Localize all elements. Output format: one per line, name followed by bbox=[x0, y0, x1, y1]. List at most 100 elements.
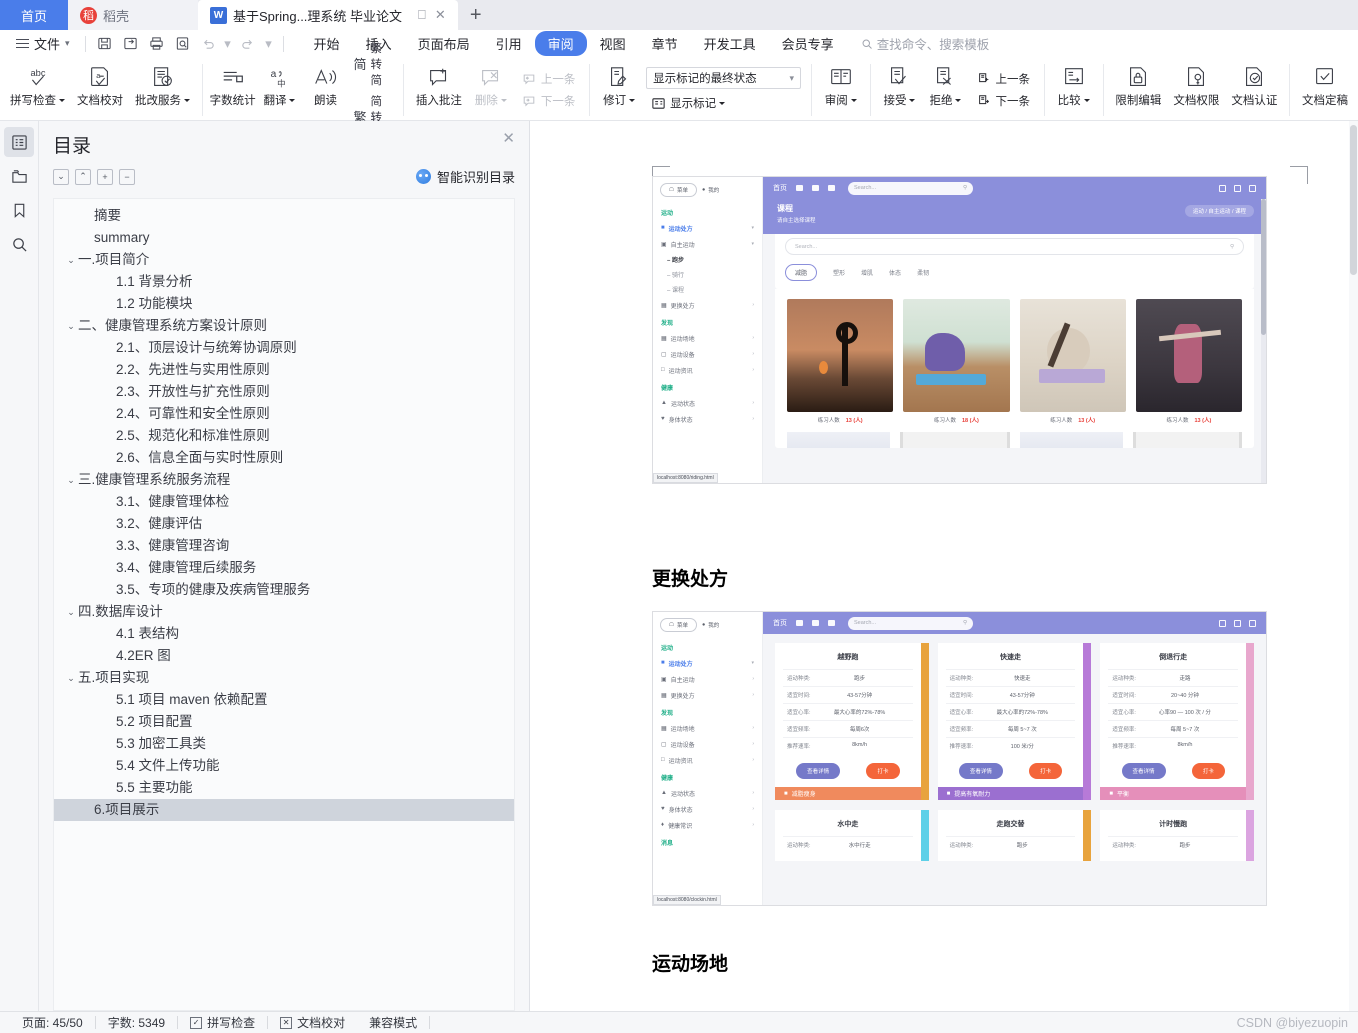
close-icon[interactable]: ✕ bbox=[435, 7, 446, 23]
ribbon-tab-developer[interactable]: 开发工具 bbox=[691, 31, 769, 56]
filter-posture[interactable]: 体态 bbox=[889, 268, 901, 277]
power-icon[interactable] bbox=[1249, 619, 1256, 627]
print-preview-icon[interactable] bbox=[171, 33, 194, 55]
sidebar-item-equipment[interactable]: ▢ 运动设备 › bbox=[653, 736, 762, 752]
toc-item[interactable]: 5.1 项目 maven 依赖配置 bbox=[54, 689, 514, 711]
sidebar-subitem-course[interactable]: – 课程 bbox=[653, 282, 762, 297]
toc-item[interactable]: 2.4、可靠性和安全性原则 bbox=[54, 403, 514, 425]
document-scrollbar[interactable] bbox=[1349, 121, 1358, 1011]
sidebar-item-venue[interactable]: ▦ 运动场地 › bbox=[653, 720, 762, 736]
next-comment-button[interactable]: 下一条 bbox=[517, 91, 581, 111]
toc-item[interactable]: 4.1 表结构 bbox=[54, 623, 514, 645]
expand-all-button[interactable]: + bbox=[97, 168, 113, 185]
collapse-down-button[interactable]: ⌄ bbox=[53, 168, 69, 185]
clock-in-button[interactable]: 打卡 bbox=[1191, 763, 1225, 779]
course-card[interactable]: 练习人数 13 (人) bbox=[1019, 299, 1126, 424]
sidebar-subitem-running[interactable]: – 跑步 bbox=[653, 252, 762, 267]
compatibility-mode[interactable]: 兼容模式 bbox=[357, 1014, 429, 1031]
restore-icon[interactable]: ⎕ bbox=[418, 7, 426, 23]
toc-item[interactable]: 1.1 背景分析 bbox=[54, 271, 514, 293]
toc-item[interactable]: ⌄ 二、健康管理系统方案设计原则 bbox=[54, 315, 514, 337]
tab-home[interactable]: 首页 bbox=[0, 0, 68, 30]
sidebar-item-prescription[interactable]: ■ 运动处方 ▾ bbox=[653, 220, 762, 236]
document-proof-button[interactable]: a 文档校对 bbox=[71, 60, 129, 120]
filter-muscle[interactable]: 增肌 bbox=[861, 268, 873, 277]
toc-item[interactable]: 2.5、规范化和标准性原则 bbox=[54, 425, 514, 447]
save-icon[interactable] bbox=[93, 33, 116, 55]
document-certify-button[interactable]: 文档认证 bbox=[1225, 60, 1283, 120]
course-card[interactable]: 练习人数 13 (人) bbox=[787, 299, 894, 424]
chevron-down-icon[interactable]: ⌄ bbox=[64, 475, 78, 486]
my-account-item[interactable]: ● 我的 bbox=[702, 621, 719, 629]
ribbon-tab-references[interactable]: 引用 bbox=[483, 31, 535, 56]
redo-icon[interactable] bbox=[236, 33, 259, 55]
save-as-icon[interactable] bbox=[119, 33, 142, 55]
app-brand[interactable]: 首页 bbox=[773, 183, 787, 193]
view-details-button[interactable]: 查看详情 bbox=[1121, 763, 1166, 779]
correction-service-button[interactable]: 批改服务 bbox=[129, 60, 196, 120]
new-tab-button[interactable]: + bbox=[457, 0, 494, 30]
document-canvas[interactable]: ☖ 菜单 ● 我的 运动 ■ 运动处方 ▾ ▣ 自主运动 ▾ – 跑步 – 骑行 – 课程 … bbox=[530, 121, 1358, 1011]
sidebar-item-body-status[interactable]: ♥ 身体状态 › bbox=[653, 801, 762, 817]
toc-item[interactable]: 2.2、先进性与实用性原则 bbox=[54, 359, 514, 381]
customize-icon[interactable]: ▾ bbox=[262, 33, 276, 55]
thumbnail-icon[interactable] bbox=[4, 161, 34, 191]
translate-button[interactable]: a中 翻译 bbox=[256, 60, 302, 120]
sidebar-item-self-exercise[interactable]: ▣ 自主运动 ▾ bbox=[653, 236, 762, 252]
restrict-edit-button[interactable]: 限制编辑 bbox=[1109, 60, 1167, 120]
power-icon[interactable] bbox=[1249, 184, 1256, 192]
ribbon-tab-page-layout[interactable]: 页面布局 bbox=[405, 31, 483, 56]
outline-icon[interactable] bbox=[4, 127, 34, 157]
find-icon[interactable] bbox=[4, 229, 34, 259]
prescription-card[interactable]: 快速走 运动种类: 快速走 适宜时间: 43-57分钟 适宜心率: 最大心率的72%-… bbox=[937, 643, 1092, 800]
clock-in-button[interactable]: 打卡 bbox=[866, 763, 900, 779]
track-changes-button[interactable]: 修订 bbox=[596, 60, 642, 120]
undo-dropdown-icon[interactable]: ▾ bbox=[223, 33, 233, 55]
toc-item[interactable]: 5.2 项目配置 bbox=[54, 711, 514, 733]
sidebar-item-body-status[interactable]: ♥ 身体状态 › bbox=[653, 411, 762, 427]
reject-button[interactable]: 拒绝 bbox=[922, 60, 968, 120]
toc-item[interactable]: 3.3、健康管理咨询 bbox=[54, 535, 514, 557]
smart-toc-button[interactable]: 智能识别目录 bbox=[415, 167, 515, 186]
show-markup-button[interactable]: 显示标记 bbox=[646, 93, 801, 113]
tab-daoke[interactable]: 稻 稻壳 bbox=[68, 0, 198, 30]
ribbon-tab-sections[interactable]: 章节 bbox=[639, 31, 691, 56]
sidebar-item-change-prescription[interactable]: ▦ 更换处方 › bbox=[653, 297, 762, 313]
app-scrollbar[interactable] bbox=[1261, 199, 1266, 483]
filter-fat-loss[interactable]: 减脂 bbox=[785, 264, 818, 281]
chevron-down-icon[interactable]: ⌄ bbox=[64, 255, 78, 266]
read-aloud-button[interactable]: 朗读 bbox=[302, 60, 348, 120]
ribbon-tab-view[interactable]: 视图 bbox=[587, 31, 639, 56]
file-menu-button[interactable]: 文件 ▾ bbox=[8, 32, 78, 55]
course-search-input[interactable]: Search... ⚲ bbox=[785, 238, 1244, 255]
fullscreen-icon[interactable] bbox=[1219, 184, 1226, 192]
sidebar-item-venue[interactable]: ▦ 运动场地 › bbox=[653, 330, 762, 346]
prescription-card[interactable]: 越野跑 运动种类: 跑步 适宜时间: 43-57分钟 适宜心率: 最大心率的72%-7… bbox=[775, 643, 929, 800]
view-details-button[interactable]: 查看详情 bbox=[958, 763, 1003, 779]
bookmark-icon[interactable] bbox=[4, 195, 34, 225]
view-details-button[interactable]: 查看详情 bbox=[796, 763, 841, 779]
bell-icon[interactable] bbox=[812, 620, 819, 626]
panel-icon[interactable] bbox=[796, 185, 803, 191]
toc-item[interactable]: ⌄ 一.项目简介 bbox=[54, 249, 514, 271]
toc-item[interactable]: 3.2、健康评估 bbox=[54, 513, 514, 535]
menu-pill[interactable]: ☖ 菜单 bbox=[660, 618, 697, 632]
toc-item[interactable]: 3.5、专项的健康及疾病管理服务 bbox=[54, 579, 514, 601]
my-account-item[interactable]: ● 我的 bbox=[702, 186, 719, 194]
filter-flexibility[interactable]: 柔韧 bbox=[917, 268, 929, 277]
sidebar-item-exercise-status[interactable]: ▲ 运动状态 › bbox=[653, 395, 762, 411]
bell-icon[interactable] bbox=[812, 185, 819, 191]
fullscreen-icon[interactable] bbox=[1219, 619, 1226, 627]
toc-item[interactable]: 2.3、开放性与扩充性原则 bbox=[54, 381, 514, 403]
toc-item[interactable]: ⌄ 五.项目实现 bbox=[54, 667, 514, 689]
flag-icon[interactable] bbox=[828, 620, 835, 626]
prescription-card[interactable]: 计时慢跑 运动种类: 跑步 bbox=[1100, 810, 1255, 861]
close-icon[interactable]: ✕ bbox=[502, 131, 515, 146]
trad-to-simp-button[interactable]: 简 繁转简 bbox=[350, 39, 395, 89]
spell-check-status[interactable]: ✓ 拼写检查 bbox=[178, 1014, 267, 1031]
toc-item[interactable]: ⌄ 四.数据库设计 bbox=[54, 601, 514, 623]
toc-item[interactable]: 摘要 bbox=[54, 205, 514, 227]
scrollbar-thumb[interactable] bbox=[1350, 125, 1357, 275]
insert-comment-button[interactable]: 插入批注 bbox=[410, 60, 468, 120]
chevron-down-icon[interactable]: ⌄ bbox=[64, 673, 78, 684]
